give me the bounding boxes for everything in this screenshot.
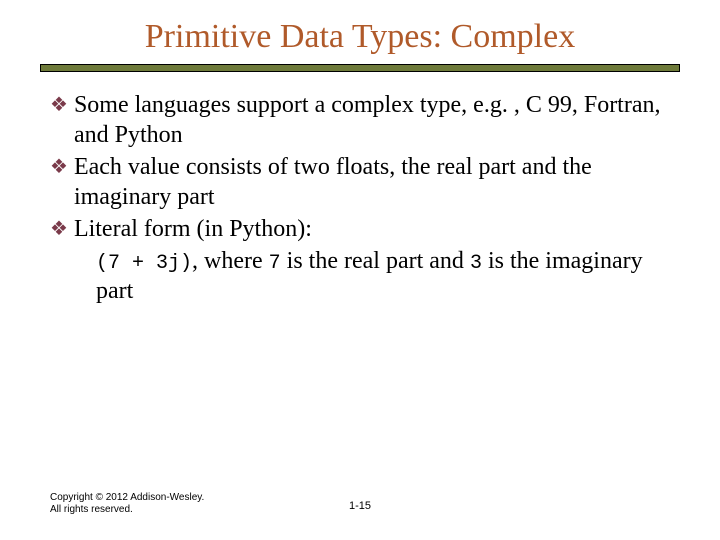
bullet-text: Literal form (in Python): [74,214,670,244]
bullet-text: Each value consists of two floats, the r… [74,152,670,212]
bullet-item: ❖ Each value consists of two floats, the… [50,152,670,212]
slide-title: Primitive Data Types: Complex [0,0,720,64]
title-underline-fill [41,65,679,71]
slide-body: ❖ Some languages support a complex type,… [50,90,670,306]
code-imag: 3 [470,252,482,275]
page-number: 1-15 [0,500,720,512]
code-literal: (7 + 3j) [96,252,192,275]
bullet-text: Some languages support a complex type, e… [74,90,670,150]
diamond-bullet-icon: ❖ [50,155,68,180]
literal-text: is the real part and [281,248,470,274]
literal-line: (7 + 3j), where 7 is the real part and 3… [96,246,670,306]
bullet-item: ❖ Some languages support a complex type,… [50,90,670,150]
title-underline [40,64,680,72]
bullet-item: ❖ Literal form (in Python): [50,214,670,244]
slide: Primitive Data Types: Complex ❖ Some lan… [0,0,720,540]
literal-text: , where [192,248,269,274]
diamond-bullet-icon: ❖ [50,93,68,118]
diamond-bullet-icon: ❖ [50,217,68,242]
code-real: 7 [269,252,281,275]
